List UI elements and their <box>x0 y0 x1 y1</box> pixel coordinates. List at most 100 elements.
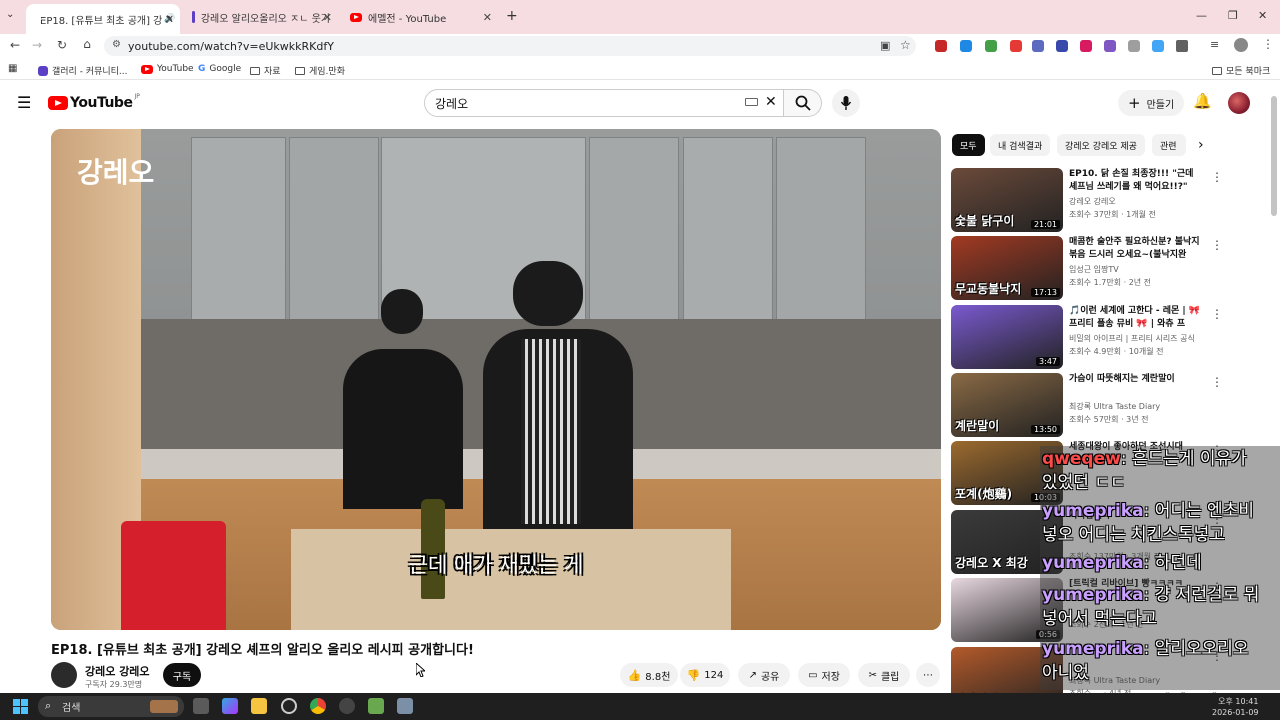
recommended-video-channel[interactable]: 강레오 강레오 <box>1069 196 1116 207</box>
windows-start-icon[interactable] <box>13 699 28 714</box>
recommended-video-title[interactable]: 가슴이 따뜻해지는 계란말이 <box>1069 373 1201 386</box>
chrome-icon[interactable] <box>310 698 326 714</box>
video-thumbnail[interactable]: 계란말이 13:50 <box>951 373 1063 437</box>
address-bar[interactable]: ⚙ youtube.com/watch?v=eUkwkkRKdfY ▣ ☆ <box>104 36 916 56</box>
tab-close-icon[interactable]: ✕ <box>165 13 174 26</box>
home-icon[interactable]: ⌂ <box>78 37 96 51</box>
restore-button[interactable]: ❐ <box>1228 9 1238 22</box>
bookmark-star-icon[interactable]: ☆ <box>900 38 911 52</box>
file-explorer-icon[interactable] <box>251 698 267 714</box>
video-thumbnail[interactable]: 무교동불낙지 17:13 <box>951 236 1063 300</box>
recommended-video-channel[interactable]: 최강록 Ultra Taste Diary <box>1069 401 1160 412</box>
chrome-menu-icon[interactable]: ⋮ <box>1262 37 1274 51</box>
extension-icon[interactable] <box>1056 40 1068 52</box>
settings-icon[interactable] <box>397 698 413 714</box>
clip-button[interactable]: ✂ 클립 <box>858 663 910 687</box>
tab-active[interactable]: EP18. [유튜브 최초 공개] 강 🔊 ✕ <box>26 4 180 34</box>
app-icon[interactable] <box>281 698 297 714</box>
more-options-icon[interactable]: ⋮ <box>1211 238 1223 252</box>
back-icon[interactable]: ← <box>6 38 24 52</box>
tab-close-icon[interactable]: ✕ <box>323 11 332 24</box>
extension-icon[interactable] <box>1128 40 1140 52</box>
bookmark-youtube[interactable]: YouTube <box>141 64 194 74</box>
like-button[interactable]: 👍 8.8천 <box>620 663 678 687</box>
profile-avatar[interactable] <box>1234 38 1248 52</box>
extension-icon[interactable] <box>985 40 997 52</box>
tab-close-icon[interactable]: ✕ <box>483 11 492 24</box>
chip-related[interactable]: 관련 <box>1152 134 1186 156</box>
cast-icon[interactable]: ▣ <box>880 39 890 52</box>
minimize-button[interactable]: — <box>1196 9 1207 22</box>
more-options-icon[interactable]: ⋮ <box>1211 307 1223 321</box>
recommended-video[interactable]: 계란말이 13:50 가슴이 따뜻해지는 계란말이최강록 Ultra Taste D… <box>951 373 1223 437</box>
taskbar-search[interactable]: ⌕ 검색 <box>38 696 184 717</box>
tab-search-icon[interactable]: ⌄ <box>6 9 14 20</box>
more-options-icon[interactable]: ⋮ <box>1211 170 1223 184</box>
dislike-button[interactable]: 👎 124 <box>680 663 730 687</box>
tab-2[interactable]: 강레오 알리오올리오 ㅈㄴ 웃기 ✕ <box>184 4 338 30</box>
all-bookmarks[interactable]: 모든 북마크 <box>1212 64 1270 77</box>
extension-icon[interactable] <box>1032 40 1044 52</box>
notifications-bell-icon[interactable]: 🔔 <box>1193 92 1212 110</box>
voice-search-button[interactable] <box>832 89 860 117</box>
recommended-video[interactable]: 무교동불낙지 17:13 매콤한 술안주 필요하신분? 불낙지볶음 드시러 오세요~… <box>951 236 1223 300</box>
window-close-button[interactable]: ✕ <box>1258 9 1267 22</box>
channel-name[interactable]: 강레오 강레오 <box>85 663 150 679</box>
subscribe-button[interactable]: 구독 <box>163 663 201 687</box>
media-control-icon[interactable]: ≡ <box>1210 38 1219 51</box>
channel-avatar[interactable] <box>51 662 77 688</box>
forward-icon[interactable]: → <box>28 38 46 52</box>
bookmark-folder-materials[interactable]: 자료 <box>250 64 281 77</box>
clock[interactable]: 오후 10:41 2026-01-09 <box>1212 696 1259 718</box>
youtube-logo[interactable]: YouTube JP <box>48 93 140 111</box>
hamburger-menu-icon[interactable]: ☰ <box>17 93 31 112</box>
recommended-video-channel[interactable]: 비밀의 아이프리 | 프리티 시리즈 공식 <box>1069 333 1195 344</box>
scissors-icon: ✂ <box>868 669 877 681</box>
app-icon[interactable] <box>368 698 384 714</box>
search-button[interactable] <box>784 89 822 117</box>
create-button[interactable]: + 만들기 <box>1118 90 1185 116</box>
save-button[interactable]: ▭ 저장 <box>798 663 850 687</box>
extension-icon[interactable] <box>1152 40 1164 52</box>
search-input[interactable]: 강레오 ✕ <box>424 89 784 117</box>
task-view-icon[interactable] <box>193 698 209 714</box>
new-tab-button[interactable]: + <box>506 8 518 24</box>
recommended-video-title[interactable]: EP10. 닭 손질 최종장!!! "근데 셰프님 쓰레기를 왜 먹어요!!?" <box>1069 168 1201 194</box>
bookmark-google[interactable]: G Google <box>198 64 241 74</box>
copilot-icon[interactable] <box>222 698 238 714</box>
recommended-video[interactable]: 3:47 🎵이런 세계에 고한다 - 레몬 | 🎀 프리티 폴송 뮤비 🎀 | 와… <box>951 305 1223 369</box>
chip-scroll-right-icon[interactable]: › <box>1198 137 1204 153</box>
tab-3[interactable]: 에멜전 - YouTube ✕ <box>342 4 498 30</box>
recommended-video[interactable]: 숯불 닭구이 21:01 EP10. 닭 손질 최종장!!! "근데 셰프님 쓰레기… <box>951 168 1223 232</box>
extension-icon[interactable] <box>1080 40 1092 52</box>
extensions-puzzle-icon[interactable] <box>1176 40 1188 52</box>
more-actions-button[interactable]: ⋯ <box>916 663 940 687</box>
bookmark-folder-games[interactable]: 게임.만화 <box>295 64 345 77</box>
clear-search-icon[interactable]: ✕ <box>765 94 777 110</box>
recommended-video-channel[interactable]: 임성근 임짱TV <box>1069 264 1119 275</box>
video-thumbnail[interactable]: 숯불 닭구이 21:01 <box>951 168 1063 232</box>
clock-time: 오후 10:41 <box>1218 697 1259 706</box>
chip-channel[interactable]: 강레오 강레오 제공 <box>1057 134 1145 156</box>
extension-icon[interactable] <box>935 40 947 52</box>
app-icon[interactable] <box>339 698 355 714</box>
recommended-video-title[interactable]: 매콤한 술안주 필요하신분? 불낙지볶음 드시러 오세요~(불낙지완결... <box>1069 236 1201 262</box>
video-player[interactable]: 강레오 근데 애가 재밌는 게 <box>51 129 941 630</box>
extension-icon[interactable] <box>1104 40 1116 52</box>
bookmark-gallery[interactable]: 갤러리 - 커뮤니티... <box>38 64 128 77</box>
recommended-video-title[interactable]: 🎵이런 세계에 고한다 - 레몬 | 🎀 프리티 폴송 뮤비 🎀 | 와츄 프리… <box>1069 305 1201 331</box>
reload-icon[interactable]: ↻ <box>53 38 71 52</box>
keyboard-icon[interactable] <box>745 98 758 106</box>
chat-text-continued: 넣어서 먹는다고 <box>1042 609 1157 629</box>
video-thumbnail[interactable]: 3:47 <box>951 305 1063 369</box>
page-scrollbar[interactable] <box>1271 96 1277 216</box>
chip-my-results[interactable]: 내 검색결과 <box>990 134 1051 156</box>
chip-all[interactable]: 모두 <box>952 134 985 156</box>
site-info-icon[interactable]: ⚙ <box>112 39 121 50</box>
account-avatar[interactable] <box>1228 92 1250 114</box>
extension-icon[interactable] <box>1010 40 1022 52</box>
extension-icon[interactable] <box>960 40 972 52</box>
share-button[interactable]: ↗ 공유 <box>738 663 790 687</box>
apps-grid-icon[interactable]: ▦ <box>8 63 17 74</box>
more-options-icon[interactable]: ⋮ <box>1211 375 1223 389</box>
